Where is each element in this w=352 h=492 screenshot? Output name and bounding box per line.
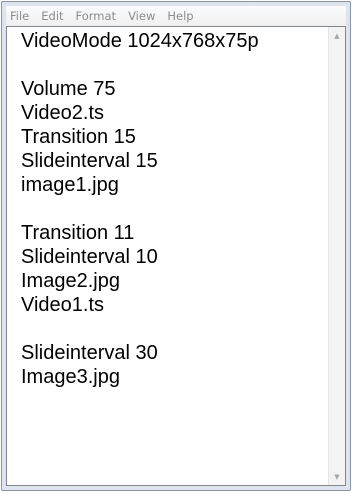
text-line <box>21 317 329 341</box>
text-line: Slideinterval 10 <box>21 246 158 268</box>
text-line: Video2.ts <box>21 102 105 124</box>
scroll-up-arrow-icon[interactable]: ▲ <box>329 27 345 44</box>
menu-file[interactable]: File <box>10 9 29 23</box>
text-line: Transition 11 <box>21 222 135 244</box>
text-line <box>21 197 329 221</box>
scroll-down-arrow-icon[interactable]: ▼ <box>329 468 345 485</box>
text-line <box>21 53 329 77</box>
text-line: Volume 75 <box>21 78 116 100</box>
menu-edit[interactable]: Edit <box>41 9 63 23</box>
text-line: Video1.ts <box>21 294 105 316</box>
text-content[interactable]: VideoMode 1024x768x75p Volume 75 Video2.… <box>7 27 329 485</box>
menu-bar: File Edit Format View Help <box>6 6 346 26</box>
text-line: Image3.jpg <box>21 366 120 388</box>
text-line: image1.jpg <box>21 174 119 196</box>
notepad-window: File Edit Format View Help VideoMode 102… <box>0 0 352 492</box>
text-line: Slideinterval 30 <box>21 342 158 364</box>
text-line: Image2.jpg <box>21 270 120 292</box>
menu-view[interactable]: View <box>128 9 155 23</box>
text-line: Slideinterval 15 <box>21 150 158 172</box>
vertical-scrollbar[interactable]: ▲ ▼ <box>328 27 345 485</box>
text-line: VideoMode 1024x768x75p <box>21 30 259 52</box>
menu-help[interactable]: Help <box>167 9 193 23</box>
text-line: Transition 15 <box>21 126 136 148</box>
menu-format[interactable]: Format <box>76 9 117 23</box>
text-editor[interactable]: VideoMode 1024x768x75p Volume 75 Video2.… <box>6 26 346 486</box>
